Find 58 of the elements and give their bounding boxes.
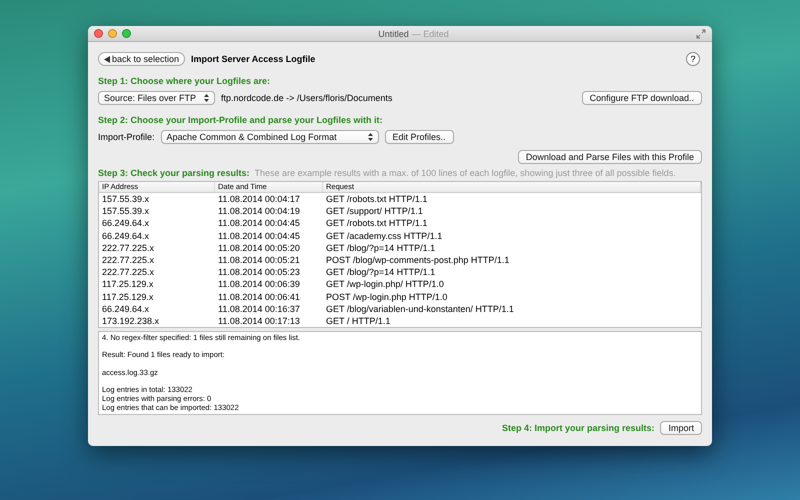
table-cell-text: 157.55.39.x bbox=[101, 194, 150, 204]
table-cell-text: 11.08.2014 00:04:45 bbox=[217, 218, 301, 228]
step-heading: Step 4: Import your parsing results: bbox=[502, 423, 654, 434]
table-cell-text: GET / HTTP/1.1 bbox=[325, 316, 392, 326]
back-triangle-icon bbox=[104, 56, 110, 62]
ftp-path: ftp.nordcode.de -> /Users/floris/Documents bbox=[221, 93, 392, 103]
back-button[interactable]: back to selection bbox=[98, 52, 186, 66]
table-cell-text: GET /blog/?p=14 HTTP/1.1 bbox=[325, 242, 436, 253]
table-cell-text: POST /blog/wp-comments-post.php HTTP/1.1 bbox=[325, 255, 510, 266]
table-cell-text: GET /blog/variablen-und-konstanten/ HTTP/1.1 bbox=[325, 304, 515, 314]
help-button[interactable]: ? bbox=[686, 52, 700, 66]
fullscreen-icon bbox=[696, 28, 706, 38]
table-cell-text: GET /blog/?p=14 HTTP/1.1 bbox=[325, 267, 436, 278]
window-title: Untitled bbox=[378, 28, 409, 38]
table-cell-text: 11.08.2014 00:05:20 bbox=[217, 242, 301, 253]
table-cell-text: 222.77.225.x bbox=[101, 267, 156, 278]
table-cell-text: 157.55.39.x bbox=[101, 206, 150, 216]
import-button[interactable]: Import bbox=[660, 421, 702, 436]
table-cell-text: 11.08.2014 00:04:45 bbox=[217, 230, 301, 241]
source-dropdown[interactable]: Source: Files over FTP bbox=[98, 91, 216, 105]
import-profile-label: Import-Profile: bbox=[98, 132, 155, 142]
table-cell-text: 222.77.225.x bbox=[101, 255, 156, 266]
table-cell-text: 222.77.225.x bbox=[101, 242, 156, 253]
table-cell-text: 11.08.2014 00:05:23 bbox=[217, 267, 301, 278]
table-cell-text: 11.08.2014 00:06:39 bbox=[217, 279, 301, 290]
edited-label: — Edited bbox=[412, 28, 449, 38]
table-cell-text: 66.249.64.x bbox=[101, 304, 150, 314]
page-title: Import Server Access Logfile bbox=[191, 54, 316, 64]
parse-button[interactable]: Download and Parse Files with this Profile bbox=[518, 150, 702, 164]
configure-ftp-button[interactable]: Configure FTP download.. bbox=[582, 91, 702, 105]
profile-dropdown[interactable]: Apache Common & Combined Log Format bbox=[160, 130, 379, 144]
table-cell-text: 11.08.2014 00:05:21 bbox=[217, 255, 301, 266]
table-cell-text: 66.249.64.x bbox=[101, 230, 150, 241]
updown-arrows-icon bbox=[204, 94, 210, 102]
close-button[interactable] bbox=[94, 29, 103, 38]
table-cell-text: GET /academy.css HTTP/1.1 bbox=[325, 230, 444, 241]
table-cell-text: 11.08.2014 00:17:13 bbox=[217, 316, 301, 326]
step-heading: Step 2: Choose your Import-Profile and parse your Logfiles with it: bbox=[98, 115, 384, 125]
step-heading: Step 1: Choose where your Logfiles are: bbox=[98, 76, 272, 86]
table-cell-text: GET /robots.txt HTTP/1.1 bbox=[325, 218, 428, 228]
table-cell-text: 66.249.64.x bbox=[101, 218, 150, 228]
edit-profiles-button[interactable]: Edit Profiles.. bbox=[384, 130, 454, 144]
table-cell-text: POST /wp-login.php HTTP/1.0 bbox=[325, 292, 448, 302]
table-cell-text: 11.08.2014 00:04:17 bbox=[217, 194, 301, 204]
table-cell-text: 173.192.238.x bbox=[101, 316, 160, 326]
updown-arrows-icon bbox=[368, 133, 373, 141]
table-cell-text: GET /robots.txt HTTP/1.1 bbox=[325, 194, 428, 204]
table-cell-text: GET /support/ HTTP/1.1 bbox=[325, 206, 424, 216]
zoom-button[interactable] bbox=[122, 29, 131, 38]
hint-text: These are example results with a max. of 100 lines of each logfile, showing just three of all possible fields. bbox=[254, 168, 676, 178]
step-heading: Step 3: Check your parsing results: bbox=[98, 168, 250, 178]
table-cell-text: 11.08.2014 00:06:41 bbox=[217, 292, 301, 302]
table-cell-text: 117.25.129.x bbox=[101, 292, 154, 302]
table-cell-text: GET /wp-login.php/ HTTP/1.0 bbox=[325, 279, 445, 290]
table-cell-text: 117.25.129.x bbox=[101, 279, 154, 290]
table-cell-text: 11.08.2014 00:04:19 bbox=[217, 206, 301, 216]
minimize-button[interactable] bbox=[108, 29, 117, 38]
table-cell-text: 11.08.2014 00:16:37 bbox=[217, 304, 301, 314]
